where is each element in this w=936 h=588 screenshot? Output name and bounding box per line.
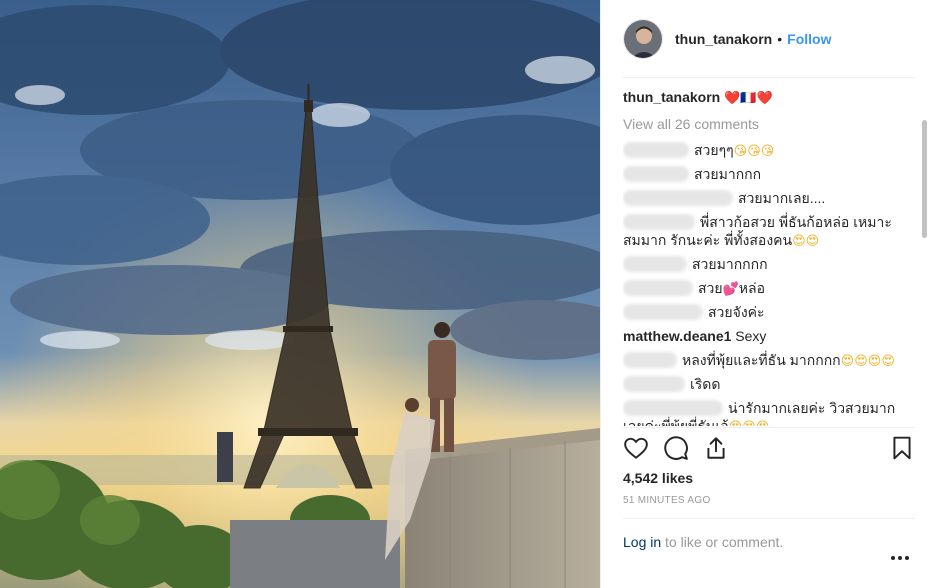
comment-item: สวยจังค่ะ (623, 303, 913, 321)
blurred-username (623, 400, 723, 416)
blurred-username (623, 190, 733, 206)
login-prompt: Log in to like or comment. (623, 534, 783, 550)
post-actions (623, 435, 915, 465)
caption-emoji: ❤️🇫🇷❤️ (724, 91, 773, 106)
caption: thun_tanakorn ❤️🇫🇷❤️ (623, 88, 913, 108)
heart-outline-icon (624, 437, 648, 459)
comment-text: สวยมากกกก (692, 256, 768, 272)
comment-text: สวย (698, 280, 723, 296)
blurred-username (623, 352, 677, 368)
comment-text: สวยมากกก (694, 166, 762, 182)
separator-dot: • (777, 31, 783, 47)
comment-item: เริดด (623, 375, 913, 393)
likes-count[interactable]: 4,542 likes (623, 470, 693, 486)
speech-bubble-icon (664, 436, 688, 460)
blurred-username (623, 376, 685, 392)
footer-divider (623, 518, 915, 519)
comment-item: น่ารักมากเลยค่ะ วิวสวยมาก เลยค่ะพี่พุ้ยพ… (623, 399, 913, 426)
caption-username[interactable]: thun_tanakorn (623, 89, 720, 105)
comment-text-line2: สมมาก รักนะค่ะ พี่ทั้งสองคน (623, 232, 793, 248)
save-button[interactable] (889, 435, 915, 461)
comment-text-line2: เลยค่ะพี่พุ้ยพี่ธันเอ้ (623, 418, 729, 426)
blurred-username (623, 256, 687, 272)
comment-text-suffix: หล่อ (738, 280, 766, 296)
comment-text: Sexy (735, 328, 767, 344)
username[interactable]: thun_tanakorn (675, 31, 772, 47)
comment-item: สวยมากกกก (623, 255, 913, 273)
comment-username[interactable]: matthew.deane1 (623, 328, 731, 344)
comment-item: พี่สาวก้อสวย พี่ธันก้อหล่อ เหมาะ สมมาก ร… (623, 213, 913, 251)
comment-text: พี่สาวก้อสวย พี่ธันก้อหล่อ เหมาะ (700, 214, 892, 230)
blurred-username (623, 142, 689, 158)
like-button[interactable] (623, 435, 649, 461)
comment-emoji: 😘😘😘 (733, 144, 775, 159)
login-prompt-text: to like or comment. (665, 534, 784, 550)
comment-item: สวยมากกก (623, 165, 913, 183)
comment-text: น่ารักมากเลยค่ะ วิวสวยมาก (728, 400, 896, 416)
header-divider (623, 77, 915, 78)
comment-emoji: 💕 (722, 282, 739, 297)
eiffel-tower-photo (0, 0, 600, 588)
actions-divider (623, 427, 915, 428)
comment-item: สวย💕หล่อ (623, 279, 913, 299)
comment-item: หลงที่พุ้ยและที่ธัน มากกกก😍😍😍😍 (623, 351, 913, 371)
ellipsis-icon (891, 556, 909, 560)
comments-scrollbar[interactable] (922, 120, 927, 238)
comments-list[interactable]: thun_tanakorn ❤️🇫🇷❤️ View all 26 comment… (623, 86, 913, 426)
blurred-username (623, 214, 695, 230)
login-link[interactable]: Log in (623, 534, 661, 550)
post-timestamp[interactable]: 51 MINUTES AGO (623, 495, 711, 506)
comment-button[interactable] (663, 435, 689, 461)
share-button[interactable] (703, 435, 729, 461)
follow-button[interactable]: Follow (787, 31, 831, 47)
post-photo[interactable] (0, 0, 600, 588)
comment-item: matthew.deane1 Sexy (623, 327, 913, 345)
post-side-panel: thun_tanakorn • Follow thun_tanakorn ❤️🇫… (600, 0, 936, 588)
bookmark-icon (893, 436, 911, 460)
comment-text: สวยมากเลย.... (738, 190, 826, 206)
comment-emoji: 😍😍 (792, 234, 820, 249)
blurred-username (623, 304, 703, 320)
comment-emoji: 😍😍😍 (729, 420, 770, 426)
blurred-username (623, 166, 689, 182)
comment-emoji: 😍😍😍😍 (840, 354, 895, 369)
comment-text: เริดด (690, 376, 721, 392)
comment-item: สวยๆๆ😘😘😘 (623, 141, 913, 161)
blurred-username (623, 280, 693, 296)
comment-text: สวยจังค่ะ (708, 304, 765, 320)
share-upload-icon (707, 437, 725, 459)
comment-item: สวยมากเลย.... (623, 189, 913, 207)
comment-text: สวยๆๆ (694, 142, 734, 158)
comment-text: หลงที่พุ้ยและที่ธัน มากกกก (682, 352, 841, 368)
more-options-button[interactable] (890, 548, 910, 566)
post-header: thun_tanakorn • Follow (623, 17, 915, 61)
avatar[interactable] (623, 19, 663, 59)
view-all-comments-link[interactable]: View all 26 comments (623, 115, 913, 133)
